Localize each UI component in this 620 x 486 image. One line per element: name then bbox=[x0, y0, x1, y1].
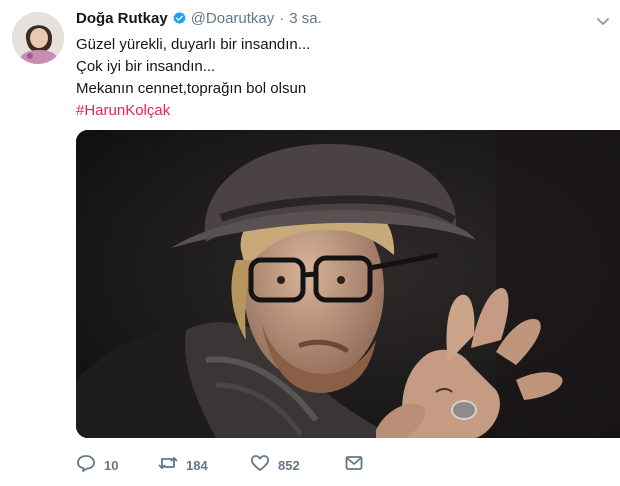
hashtag-link[interactable]: #HarunKolçak bbox=[76, 100, 310, 122]
avatar[interactable] bbox=[12, 12, 64, 64]
tweet-line: Mekanın cennet,toprağın bol olsun bbox=[76, 80, 307, 97]
tweet-photo[interactable] bbox=[76, 130, 620, 438]
tweet-card: Doğa Rutkay @Doarutkay · 3 sa. Güzel yür… bbox=[0, 0, 620, 486]
direct-message-icon bbox=[344, 454, 364, 477]
retweet-button[interactable]: 184 bbox=[158, 454, 250, 477]
like-button[interactable]: 852 bbox=[250, 454, 344, 477]
reply-count: 10 bbox=[104, 457, 119, 473]
retweet-count: 184 bbox=[186, 457, 208, 473]
reply-icon bbox=[76, 454, 96, 477]
tweet-text: Güzel yürekli, duyarlı bir insandın... Ç… bbox=[76, 34, 310, 122]
chevron-down-icon[interactable] bbox=[596, 14, 610, 25]
tweet-timestamp[interactable]: 3 sa. bbox=[289, 10, 322, 27]
tweet-line: Çok iyi bir insandın... bbox=[76, 58, 216, 75]
like-icon bbox=[250, 454, 270, 477]
retweet-icon bbox=[158, 454, 178, 477]
author-handle[interactable]: @Doarutkay bbox=[191, 10, 275, 27]
tweet-header: Doğa Rutkay @Doarutkay · 3 sa. bbox=[76, 10, 322, 27]
author-display-name[interactable]: Doğa Rutkay bbox=[76, 10, 168, 27]
tweet-actions: 10 184 852 bbox=[76, 454, 364, 476]
reply-button[interactable]: 10 bbox=[76, 454, 158, 477]
like-count: 852 bbox=[278, 457, 300, 473]
tweet-line: Güzel yürekli, duyarlı bir insandın... bbox=[76, 36, 311, 53]
direct-message-button[interactable] bbox=[344, 454, 364, 477]
separator-dot: · bbox=[279, 10, 285, 27]
verified-badge-icon bbox=[172, 11, 187, 26]
